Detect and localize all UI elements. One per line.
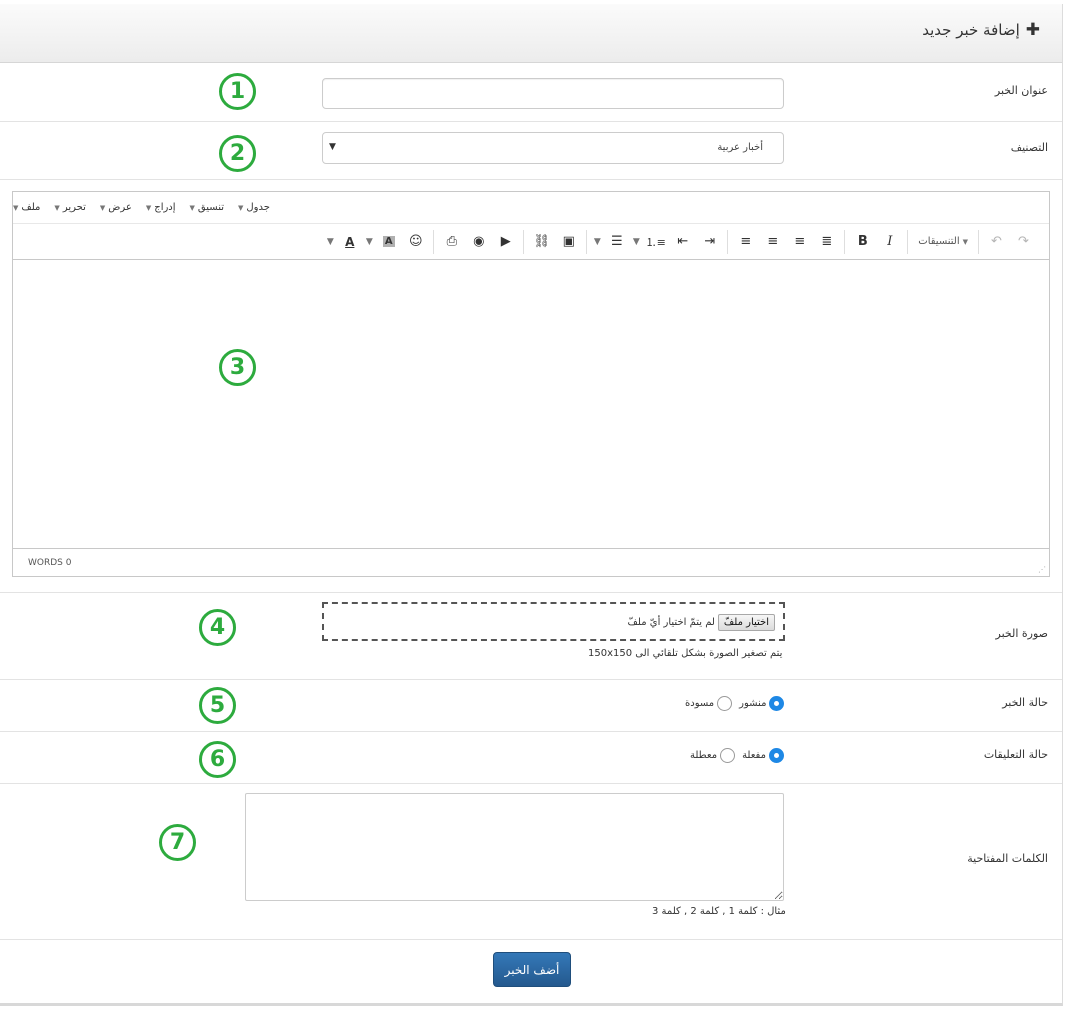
caret-down-icon: ▼	[962, 237, 968, 246]
step-marker-5: 5	[199, 687, 236, 724]
menu-insert[interactable]: إدراج ▼	[146, 202, 176, 213]
caret-down-icon: ▼	[145, 203, 152, 212]
resize-handle-icon[interactable]: ⋰	[1038, 565, 1046, 574]
editor-menubar: ملف ▼ تحرير ▼ عرض ▼ إدراج ▼ تنسيق ▼ جدول ▼	[13, 192, 1049, 224]
link-icon[interactable]: ⛓	[528, 230, 555, 254]
print-icon[interactable]: ⎙	[438, 230, 465, 254]
caret-down-icon[interactable]: ▼	[591, 230, 603, 254]
undo-icon[interactable]: ↶	[983, 230, 1010, 254]
news-status-row: حالة الخبر	[0, 680, 1062, 732]
list-group: ⇥ ⇤ ⒈≡ ▼ ☰ ▼	[586, 229, 727, 254]
menu-view[interactable]: عرض ▼	[100, 202, 132, 213]
comments-status-options: مفعلة معطلة	[686, 748, 784, 763]
news-status-draft-label: مسودة	[685, 698, 715, 709]
caret-down-icon: ▼	[238, 203, 244, 212]
caret-down-icon: ▼	[54, 203, 60, 212]
news-title-label: عنوان الخبر	[994, 84, 1048, 97]
caret-down-icon[interactable]: ▼	[363, 230, 375, 254]
preview-icon[interactable]: ◉	[465, 230, 492, 254]
file-status: اختيار ملفّ لم يتمّ اختيار أيّ ملفّ	[628, 614, 775, 631]
chevron-down-icon: ▼	[329, 142, 336, 152]
step-marker-1: 1	[219, 73, 256, 110]
keywords-help-text: مثال : كلمة 1 , كلمة 2 , كلمة 3	[652, 906, 786, 917]
menu-format[interactable]: تنسيق ▼	[190, 202, 224, 213]
emoticon-icon[interactable]: ☺	[402, 230, 429, 254]
news-status-options: منشور مسودة	[681, 696, 785, 711]
image-file-input[interactable]: اختيار ملفّ لم يتمّ اختيار أيّ ملفّ	[322, 602, 785, 641]
news-title-input[interactable]	[322, 78, 784, 109]
align-center-icon[interactable]: ≡	[759, 230, 786, 254]
image-label: صورة الخبر	[995, 627, 1049, 640]
comments-enabled-label: مفعلة	[742, 750, 766, 761]
caret-down-icon: ▼	[189, 203, 195, 212]
comments-status-label: حالة التعليقات	[983, 748, 1048, 761]
menu-edit[interactable]: تحرير ▼	[54, 202, 85, 213]
news-status-published-radio[interactable]	[769, 696, 785, 711]
panel-header: ✚ إضافة خبر جديد	[0, 4, 1062, 63]
media-group: ▶ ◉ ⎙	[433, 229, 523, 254]
menu-table[interactable]: جدول ▼	[238, 202, 270, 213]
word-count: WORDS 0	[28, 558, 72, 568]
step-marker-7: 7	[159, 824, 196, 861]
category-select[interactable]: أخبار عربية ▼	[322, 132, 784, 164]
editor-content-area[interactable]	[13, 260, 1049, 550]
bold-icon[interactable]: B	[849, 230, 876, 254]
file-status-text: لم يتمّ اختيار أيّ ملفّ	[627, 617, 715, 628]
text-color-icon[interactable]: A	[336, 230, 363, 254]
align-right-icon[interactable]: ≡	[786, 230, 813, 254]
bullet-list-icon[interactable]: ☰	[603, 230, 630, 254]
caret-down-icon: ▼	[13, 203, 19, 212]
comments-disabled-label: معطلة	[690, 750, 718, 761]
choose-file-button[interactable]: اختيار ملفّ	[717, 614, 775, 631]
align-left-icon[interactable]: ≡	[732, 230, 759, 254]
comments-enabled-radio[interactable]	[768, 748, 784, 763]
formats-group: التنسيقات ▼	[907, 229, 978, 254]
add-news-button[interactable]: أضف الخبر	[493, 952, 571, 987]
image-icon[interactable]: ▣	[555, 230, 582, 254]
outdent-icon[interactable]: ⇤	[669, 230, 696, 254]
alignment-group: ≣ ≡ ≡ ≡	[727, 229, 844, 254]
step-marker-4: 4	[199, 609, 236, 646]
step-marker-6: 6	[199, 741, 236, 778]
indent-icon[interactable]: ⇥	[696, 230, 723, 254]
caret-down-icon[interactable]: ▼	[324, 230, 336, 254]
news-status-published-label: منشور	[739, 698, 767, 709]
category-label: التصنيف	[1010, 141, 1048, 154]
editor-statusbar: WORDS 0 ⋰	[13, 548, 1049, 576]
keywords-textarea[interactable]	[245, 793, 784, 901]
keywords-label: الكلمات المفتاحية	[967, 852, 1048, 865]
menu-file[interactable]: ملف ▼	[13, 202, 40, 213]
rich-text-editor: ملف ▼ تحرير ▼ عرض ▼ إدراج ▼ تنسيق ▼ جدول ▼ ↷ ↶…	[12, 191, 1050, 577]
history-group: ↷ ↶	[978, 229, 1041, 254]
comments-status-row: حالة التعليقات	[0, 732, 1062, 784]
align-justify-icon[interactable]: ≣	[813, 230, 840, 254]
step-marker-2: 2	[219, 135, 256, 172]
category-selected-value: أخبار عربية	[717, 142, 763, 153]
numbered-list-icon[interactable]: ⒈≡	[642, 230, 669, 254]
media-icon[interactable]: ▶	[492, 230, 519, 254]
formats-dropdown[interactable]: التنسيقات ▼	[912, 236, 974, 247]
italic-icon[interactable]: I	[876, 230, 903, 254]
news-status-draft-radio[interactable]	[717, 696, 733, 711]
step-marker-3: 3	[219, 349, 256, 386]
comments-disabled-radio[interactable]	[720, 748, 736, 763]
news-status-label: حالة الخبر	[1002, 696, 1048, 709]
insert-group: ▣ ⛓	[523, 229, 586, 254]
color-group: ☺ A ▼ A ▼	[320, 230, 433, 254]
text-style-group: I B	[844, 229, 907, 254]
panel-title-text: إضافة خبر جديد	[922, 21, 1020, 39]
caret-down-icon[interactable]: ▼	[630, 230, 642, 254]
image-help-text: يتم تصغير الصورة بشكل تلقائي الى 150x150	[588, 648, 783, 659]
caret-down-icon: ▼	[99, 203, 106, 212]
panel-title: ✚ إضافة خبر جديد	[922, 20, 1040, 40]
plus-icon: ✚	[1025, 20, 1040, 40]
editor-toolbar: ↷ ↶ التنسيقات ▼ I B ≣ ≡ ≡ ≡ ⇥ ⇤ ⒈≡ ▼ ☰ ▼ …	[13, 224, 1049, 260]
redo-icon[interactable]: ↷	[1010, 230, 1037, 254]
background-color-icon[interactable]: A	[375, 230, 402, 254]
